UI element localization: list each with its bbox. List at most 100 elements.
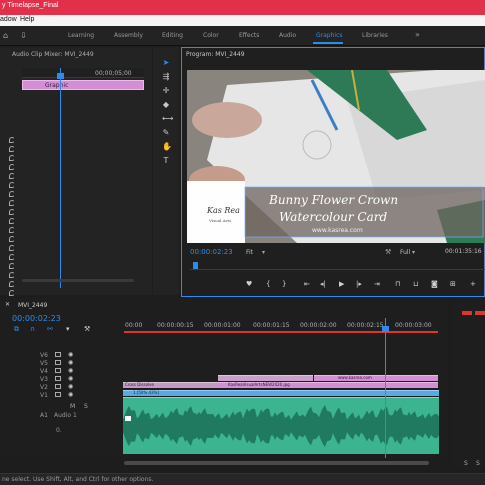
timeline-playhead[interactable]: [385, 318, 386, 458]
reset-icon[interactable]: [9, 236, 15, 242]
step-forward-icon[interactable]: |▸: [356, 280, 362, 288]
reset-icon[interactable]: [9, 209, 15, 215]
graphic-clip-v2[interactable]: KasReaVisualArtsNEW2020.jpg: [218, 382, 438, 388]
reset-icon[interactable]: [9, 155, 15, 161]
add-marker-icon[interactable]: ▾: [66, 325, 70, 333]
reset-icon[interactable]: [9, 173, 15, 179]
program-video-frame[interactable]: Kas Rea Visual Arts Bunny Flower Crown W…: [187, 70, 485, 243]
reset-icon[interactable]: [9, 200, 15, 206]
reset-icon[interactable]: [9, 254, 15, 260]
transition-clip[interactable]: Cross Dissolve: [123, 382, 218, 388]
reset-icon[interactable]: [9, 182, 15, 188]
snap-icon[interactable]: ∩: [30, 325, 35, 333]
button-editor-icon[interactable]: ⊞: [450, 280, 456, 288]
toggle-output-icon[interactable]: [55, 368, 61, 373]
toggle-output-icon[interactable]: [55, 376, 61, 381]
add-marker-icon[interactable]: ♥: [246, 280, 252, 288]
toggle-output-icon[interactable]: [55, 392, 61, 397]
mixer-tab-label[interactable]: Audio Clip Mixer: MVI_2449: [12, 51, 94, 58]
chevron-down-icon[interactable]: ▾: [412, 249, 415, 256]
more-workspaces-button[interactable]: »: [415, 30, 420, 39]
mark-in-icon[interactable]: {: [266, 280, 270, 288]
program-playhead[interactable]: [193, 262, 198, 269]
tab-effects[interactable]: Effects: [239, 32, 259, 39]
graphic-clip[interactable]: Graphic: [22, 80, 144, 90]
reset-icon[interactable]: [9, 227, 15, 233]
video-clip-v1[interactable]: 1.[50% 43%]: [123, 390, 439, 396]
reset-icon[interactable]: [9, 191, 15, 197]
mixer-playhead[interactable]: [60, 68, 61, 288]
reset-icon[interactable]: [9, 164, 15, 170]
mixer-scrollbar[interactable]: [22, 279, 134, 282]
mute-button[interactable]: M: [70, 403, 75, 410]
solo-right-button[interactable]: S: [476, 460, 480, 467]
nest-icon[interactable]: ⧉: [14, 325, 19, 334]
plus-icon[interactable]: +: [470, 280, 476, 288]
settings-wrench-icon[interactable]: ⚒: [385, 248, 391, 256]
audio-track-level[interactable]: 0.: [56, 427, 62, 434]
home-icon[interactable]: ⌂: [3, 31, 8, 40]
tab-audio[interactable]: Audio: [279, 32, 296, 39]
go-to-in-icon[interactable]: ⇤: [304, 280, 310, 288]
solo-button[interactable]: S: [84, 403, 88, 410]
tab-learning[interactable]: Learning: [68, 32, 94, 39]
go-to-out-icon[interactable]: ⇥: [374, 280, 380, 288]
reset-icon[interactable]: [9, 263, 15, 269]
linked-selection-icon[interactable]: ⚯: [47, 325, 53, 333]
lift-icon[interactable]: ⊓: [395, 280, 400, 288]
timeline-scrollbar[interactable]: [124, 461, 429, 465]
reset-icon[interactable]: [9, 137, 15, 143]
reset-icon[interactable]: [9, 281, 15, 287]
program-time-ruler[interactable]: [190, 260, 485, 270]
ripple-edit-tool-icon[interactable]: ✛: [162, 87, 170, 95]
toggle-output-icon[interactable]: [55, 384, 61, 389]
import-icon[interactable]: ⇩: [20, 31, 27, 40]
tab-libraries[interactable]: Libraries: [362, 32, 388, 39]
audio-clip-a1[interactable]: [123, 397, 439, 454]
reset-icon[interactable]: [9, 245, 15, 251]
eye-icon[interactable]: ◉: [68, 359, 73, 366]
reset-icon[interactable]: [9, 272, 15, 278]
eye-icon[interactable]: ◉: [68, 383, 73, 390]
timeline-settings-icon[interactable]: ⚒: [84, 325, 90, 333]
tab-color[interactable]: Color: [203, 32, 219, 39]
pen-tool-icon[interactable]: ✎: [162, 129, 170, 137]
toggle-output-icon[interactable]: [55, 352, 61, 357]
mark-out-icon[interactable]: }: [282, 280, 286, 288]
tab-assembly[interactable]: Assembly: [114, 32, 143, 39]
timeline-timecode[interactable]: 00:00:02:23: [12, 314, 61, 323]
graphic-clip-v3-left[interactable]: [218, 375, 313, 381]
menu-item-window[interactable]: adow: [0, 16, 17, 23]
timeline-playhead-handle[interactable]: [382, 326, 389, 332]
eye-icon[interactable]: ◉: [68, 375, 73, 382]
eye-icon[interactable]: ◉: [68, 351, 73, 358]
reset-icon[interactable]: [9, 218, 15, 224]
program-timecode[interactable]: 00:00:02:23: [190, 248, 233, 256]
sequence-tab[interactable]: MVI_2449: [18, 302, 47, 309]
hand-tool-icon[interactable]: ✋: [162, 143, 172, 151]
graphic-clip-v3[interactable]: www.kasrea.com: [314, 375, 438, 381]
eye-icon[interactable]: ◉: [68, 367, 73, 374]
program-monitor-tab[interactable]: Program: MVI_2449: [186, 51, 245, 58]
step-back-icon[interactable]: ◂|: [320, 280, 326, 288]
type-tool-icon[interactable]: T: [162, 157, 170, 165]
solo-left-button[interactable]: S: [464, 460, 468, 467]
reset-icon[interactable]: [9, 290, 15, 296]
mixer-playhead-handle[interactable]: [57, 73, 64, 79]
extract-icon[interactable]: ⊔: [413, 280, 418, 288]
export-frame-icon[interactable]: ◙: [431, 280, 438, 288]
chevron-down-icon[interactable]: ▾: [262, 249, 265, 256]
selection-tool-icon[interactable]: ➤: [162, 59, 170, 67]
slip-tool-icon[interactable]: ⟷: [162, 115, 173, 123]
razor-tool-icon[interactable]: ◆: [162, 101, 170, 109]
close-icon[interactable]: ✕: [5, 301, 10, 308]
menu-item-help[interactable]: Help: [20, 16, 34, 23]
audio-track-name[interactable]: Audio 1: [54, 412, 77, 419]
resolution-select[interactable]: Full: [400, 249, 410, 256]
tab-editing[interactable]: Editing: [162, 32, 183, 39]
zoom-level-select[interactable]: Fit: [246, 249, 253, 256]
eye-icon[interactable]: ◉: [68, 391, 73, 398]
track-select-tool-icon[interactable]: ⇶: [162, 73, 170, 81]
reset-icon[interactable]: [9, 146, 15, 152]
tab-graphics[interactable]: Graphics: [316, 32, 343, 39]
